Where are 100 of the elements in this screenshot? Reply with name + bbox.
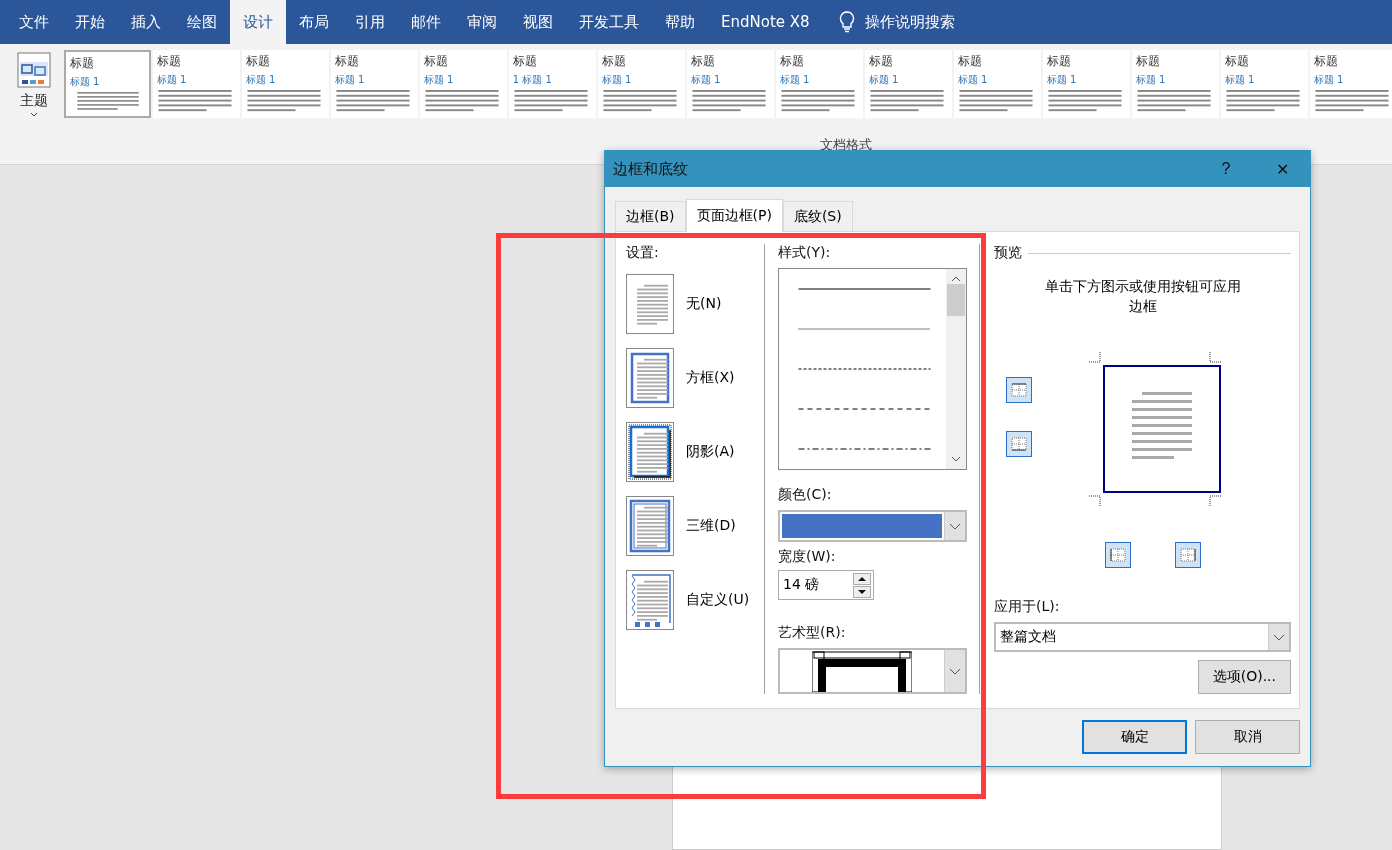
art-label: 艺术型(R): [778, 624, 847, 642]
thumbnail-heading: 标题 1 [1313, 73, 1345, 87]
scroll-down-icon[interactable] [951, 456, 961, 464]
preview-hint: 单击下方图示或使用按钮可应用边框 [1043, 277, 1242, 316]
thumbnail-title: 标题 [245, 53, 271, 70]
cancel-button[interactable]: 取消 [1195, 720, 1300, 754]
settings-label: 设置: [626, 244, 660, 262]
thumbnail-title: 标题 [423, 53, 449, 70]
thumbnail-heading: 标题 1 [1135, 73, 1167, 87]
ribbon-tab[interactable]: 视图 [510, 0, 566, 44]
thumbnail-title: 标题 [690, 53, 716, 70]
thumbnail-title: 标题 [69, 55, 95, 72]
chevron-down-icon [949, 667, 961, 675]
thumbnail-title: 标题 [512, 53, 538, 70]
dialog-tab[interactable]: 页面边框(P) [685, 199, 783, 232]
ribbon-tab[interactable]: 设计 [230, 0, 286, 44]
scroll-thumb[interactable] [947, 284, 965, 316]
chevron-down-icon [1273, 633, 1285, 641]
ribbon-tab[interactable]: 布局 [286, 0, 342, 44]
spin-down-icon[interactable] [853, 585, 871, 598]
setting-label[interactable]: 三维(D) [686, 517, 736, 535]
thumbnail-heading: 标题 1 [601, 73, 633, 87]
apply-to-dropdown[interactable]: 整篇文档 [994, 622, 1291, 652]
spin-up-icon[interactable] [853, 572, 871, 585]
options-button[interactable]: 选项(O)... [1197, 660, 1291, 694]
tell-me-search[interactable]: 操作说明搜索 [864, 12, 955, 32]
ribbon-tab[interactable]: 帮助 [652, 0, 708, 44]
style-set-thumbnail[interactable]: 标题 标题 1 [63, 50, 151, 118]
ribbon-tab[interactable]: 开始 [62, 0, 118, 44]
thumbnail-heading: 标题 1 [156, 73, 188, 87]
thumbnail-title: 标题 [1135, 53, 1161, 70]
thumbnail-heading: 标题 1 [1046, 73, 1078, 87]
preview-label: 预览 [994, 244, 1022, 262]
dialog-tab[interactable]: 底纹(S) [782, 201, 853, 231]
thumbnail-heading: 标题 1 [423, 73, 455, 87]
style-set-thumbnail[interactable]: 标题 标题 1 [775, 50, 863, 118]
style-set-thumbnail[interactable]: 标题 标题 1 [864, 50, 952, 118]
bottom-border-toggle-icon[interactable] [1006, 431, 1032, 457]
setting-label[interactable]: 自定义(U) [686, 591, 750, 609]
thumbnail-title: 标题 [779, 53, 805, 70]
style-set-thumbnail[interactable]: 标题 标题 1 [686, 50, 774, 118]
ribbon-tab[interactable]: 开发工具 [566, 0, 652, 44]
color-label: 颜色(C): [778, 486, 833, 505]
lightbulb-icon [838, 11, 855, 33]
caret-icon [29, 112, 38, 117]
thumbnail-title: 标题 [334, 53, 360, 70]
thumbnail-title: 标题 [868, 53, 894, 70]
close-button[interactable]: ✕ [1254, 151, 1310, 187]
apply-to-label: 应用于(L): [994, 598, 1061, 616]
art-border-dropdown[interactable] [778, 648, 967, 694]
right-border-toggle-icon[interactable] [1174, 542, 1201, 568]
ribbon-tab[interactable]: EndNote X8 [708, 0, 823, 44]
scroll-up-icon[interactable] [951, 275, 961, 282]
page-setting-icon[interactable] [626, 422, 674, 482]
style-label: 样式(Y): [778, 244, 832, 262]
thumbnail-heading: 标题 1 [957, 73, 989, 87]
thumbnail-heading: 1 标题 1 [512, 73, 553, 87]
thumbnail-title: 标题 [1046, 53, 1072, 70]
thumbnail-heading: 标题 1 [334, 73, 366, 87]
setting-label[interactable]: 阴影(A) [686, 443, 735, 461]
width-spinner[interactable]: 14 磅 [778, 570, 874, 600]
thumbnail-heading: 标题 1 [245, 73, 277, 87]
top-border-toggle-icon[interactable] [1006, 377, 1032, 403]
thumbnail-heading: 标题 1 [69, 75, 101, 89]
thumbnail-title: 标题 [957, 53, 983, 70]
thumbnail-title: 标题 [156, 53, 182, 70]
dialog-tab[interactable]: 边框(B) [615, 201, 686, 231]
color-dropdown[interactable] [778, 510, 967, 543]
setting-label[interactable]: 方框(X) [686, 369, 735, 387]
style-set-thumbnail[interactable]: 标题 标题 1 [241, 50, 329, 118]
thumbnail-heading: 标题 1 [690, 73, 722, 87]
group-label: 文档格式 [820, 136, 872, 154]
help-button[interactable]: ? [1198, 151, 1254, 187]
style-set-thumbnail[interactable]: 标题 标题 1 [1131, 50, 1219, 118]
setting-label[interactable]: 无(N) [686, 295, 722, 313]
ribbon-tab[interactable]: 绘图 [174, 0, 230, 44]
ribbon-tab[interactable]: 引用 [342, 0, 398, 44]
ok-button[interactable]: 确定 [1082, 720, 1187, 754]
ribbon-tab[interactable]: 插入 [118, 0, 174, 44]
themes-button[interactable]: 主题 [12, 50, 56, 117]
left-border-toggle-icon[interactable] [1104, 542, 1131, 568]
style-set-thumbnail[interactable]: 标题 标题 1 [1220, 50, 1308, 118]
style-set-thumbnail[interactable]: 标题 标题 1 [1042, 50, 1130, 118]
ribbon-tab[interactable]: 文件 [6, 0, 62, 44]
ribbon-tab[interactable]: 审阅 [454, 0, 510, 44]
thumbnail-heading: 标题 1 [868, 73, 900, 87]
thumbnail-heading: 标题 1 [779, 73, 811, 87]
style-set-thumbnail[interactable]: 标题 标题 1 [152, 50, 240, 118]
chevron-down-icon [949, 522, 961, 530]
dialog-title: 边框和底纹 [613, 159, 689, 179]
scrollbar[interactable] [946, 269, 966, 470]
thumbnail-heading: 标题 1 [1224, 73, 1256, 87]
style-set-thumbnail[interactable]: 标题 1 标题 1 [508, 50, 596, 118]
ribbon-tab[interactable]: 邮件 [398, 0, 454, 44]
style-set-thumbnail[interactable]: 标题 标题 1 [419, 50, 507, 118]
style-set-thumbnail[interactable]: 标题 标题 1 [597, 50, 685, 118]
style-set-thumbnail[interactable]: 标题 标题 1 [330, 50, 418, 118]
style-set-thumbnail[interactable]: 标题 标题 1 [953, 50, 1041, 118]
style-set-thumbnail[interactable]: 标题 标题 1 [1309, 50, 1392, 118]
thumbnail-title: 标题 [1224, 53, 1250, 70]
